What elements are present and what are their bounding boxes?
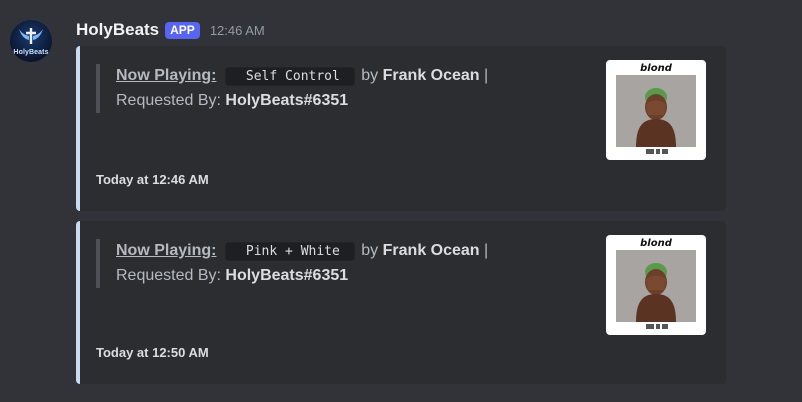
winged-cross-icon xyxy=(19,28,43,44)
album-title: blond xyxy=(640,63,672,74)
app-badge: APP xyxy=(165,21,200,39)
embed-description: Now Playing: Self Control by Frank Ocean… xyxy=(96,64,596,113)
requester-name: HolyBeats#6351 xyxy=(225,267,349,284)
now-playing-embed: Now Playing: Self Control by Frank Ocean… xyxy=(76,46,726,211)
album-footer-marks xyxy=(646,149,668,154)
embed-footer: Today at 12:50 AM xyxy=(96,345,209,360)
separator: | xyxy=(484,67,489,84)
album-cover-icon xyxy=(616,250,696,322)
album-thumbnail[interactable]: blond xyxy=(606,60,706,160)
embed-description: Now Playing: Pink + White by Frank Ocean… xyxy=(96,239,596,288)
now-playing-label: Now Playing: xyxy=(116,242,217,259)
requested-by-label: Requested By: xyxy=(116,267,221,284)
requested-by-label: Requested By: xyxy=(116,92,221,109)
song-title: Self Control xyxy=(224,67,355,86)
now-playing-embed: Now Playing: Pink + White by Frank Ocean… xyxy=(76,221,726,384)
bot-avatar[interactable]: HolyBeats xyxy=(10,20,52,62)
album-thumbnail[interactable]: blond xyxy=(606,235,706,335)
album-footer-marks xyxy=(646,324,668,329)
message-timestamp[interactable]: 12:46 AM xyxy=(210,23,265,38)
album-cover-icon xyxy=(616,75,696,147)
artist-name: Frank Ocean xyxy=(382,242,480,259)
message-header: HolyBeats APP 12:46 AM xyxy=(76,18,265,42)
by-text: by xyxy=(361,67,379,84)
artist-name: Frank Ocean xyxy=(382,67,480,84)
album-title: blond xyxy=(640,238,672,249)
song-title: Pink + White xyxy=(224,242,355,261)
bot-username[interactable]: HolyBeats xyxy=(76,20,159,40)
by-text: by xyxy=(361,242,379,259)
embed-footer: Today at 12:46 AM xyxy=(96,172,209,187)
now-playing-label: Now Playing: xyxy=(116,67,217,84)
requester-name: HolyBeats#6351 xyxy=(225,92,349,109)
separator: | xyxy=(484,242,489,259)
avatar-label: HolyBeats xyxy=(13,49,49,56)
